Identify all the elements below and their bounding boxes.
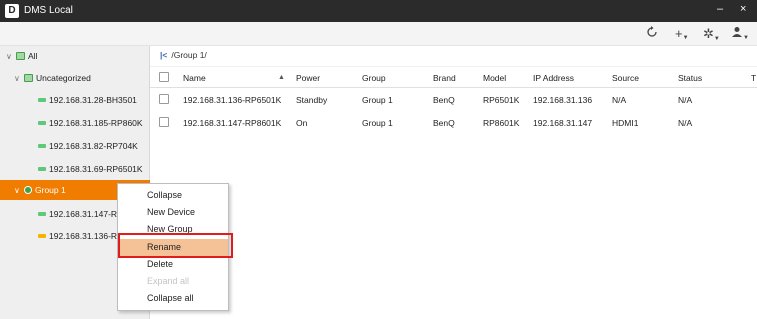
tree-node-label: Uncategorized [36,73,91,83]
column-header-power[interactable]: Power [296,67,320,89]
breadcrumb: |< /Group 1/ [160,50,207,60]
cell-group: Group 1 [362,95,393,105]
table-header: Name ▲ Power Group Brand Model IP Addres… [150,66,757,88]
cell-model: RP6501K [483,95,520,105]
cell-ip-address: 192.168.31.147 [533,118,593,128]
gear-icon: ✲ [703,26,714,41]
column-header-name[interactable]: Name [183,67,206,89]
cell-name: 192.168.31.147-RP8601K [183,118,282,128]
group-icon [24,74,33,82]
display-device-icon [38,121,46,125]
cell-power: On [296,118,308,128]
window-title: DMS Local [24,5,73,16]
breadcrumb-path: /Group 1/ [171,50,207,60]
table-row[interactable]: 192.168.31.136-RP6501K Standby Group 1 B… [150,89,757,111]
chevron-down-icon: ▼ [682,35,689,41]
menu-item-delete[interactable]: Delete [118,256,228,273]
toolbar: +▼ ✲▼ ▼ [0,22,757,46]
tree-node-label: All [28,51,38,61]
cell-model: RP8601K [483,118,520,128]
rename-highlight-annotation [118,233,233,258]
minimize-button[interactable]: – [717,3,723,15]
tree-node-label: 192.168.31.69-RP6501K [49,164,143,174]
app-logo-icon: D [5,4,19,18]
menu-item-collapse[interactable]: Collapse [118,187,228,204]
chevron-down-icon[interactable]: ∨ [14,181,24,201]
cell-ip-address: 192.168.31.136 [533,95,593,105]
add-icon: + [675,26,683,41]
cell-status: N/A [678,95,693,105]
tree-node-label: Group 1 [35,185,66,195]
cell-status: N/A [678,118,693,128]
column-header-group[interactable]: Group [362,67,386,89]
settings-button[interactable]: ✲▼ [703,26,720,42]
tree-node-uncategorized[interactable]: ∨ Uncategorized [0,68,150,88]
tree-node-all[interactable]: ∨ All [0,46,150,66]
select-all-checkbox[interactable] [159,72,169,82]
user-button[interactable]: ▼ [731,26,749,41]
cell-power: Standby [296,95,328,105]
group-icon [16,52,25,60]
menu-item-collapse-all[interactable]: Collapse all [118,290,228,307]
cell-name: 192.168.31.136-RP6501K [183,95,282,105]
title-bar: D DMS Local – × [0,0,757,22]
chevron-down-icon: ▼ [743,35,749,41]
device-list-panel: |< /Group 1/ Name ▲ Power Group Brand Mod… [150,46,757,319]
tree-node-label: 192.168.31.185-RP860K [49,118,143,128]
menu-item-new-device[interactable]: New Device [118,204,228,221]
chevron-down-icon[interactable]: ∨ [14,69,24,89]
sort-ascending-icon[interactable]: ▲ [278,67,285,89]
cell-brand: BenQ [433,118,455,128]
menu-item-expand-all: Expand all [147,276,190,286]
cell-source: N/A [612,95,627,105]
close-button[interactable]: × [740,3,746,15]
display-device-icon [38,144,46,148]
group-gear-icon [24,186,32,194]
cell-brand: BenQ [433,95,455,105]
display-device-icon [38,212,46,216]
display-device-icon [38,98,46,102]
row-checkbox[interactable] [159,117,169,127]
display-device-standby-icon [38,234,46,238]
chevron-down-icon: ▼ [713,36,720,42]
tree-node-label: 192.168.31.82-RP704K [49,141,138,151]
column-header-status[interactable]: Status [678,67,702,89]
user-icon [732,27,742,37]
tree-device-item[interactable]: 192.168.31.185-RP860K [0,113,150,133]
tree-node-label: 192.168.31.147-RP8 [49,209,128,219]
chevron-down-icon[interactable]: ∨ [6,47,16,67]
refresh-icon[interactable] [646,26,658,41]
column-header-truncated[interactable]: T [751,67,756,89]
column-header-ip-address[interactable]: IP Address [533,67,574,89]
tree-node-label: 192.168.31.136-RP6 [49,231,128,241]
column-header-model[interactable]: Model [483,67,506,89]
display-device-icon [38,167,46,171]
table-row[interactable]: 192.168.31.147-RP8601K On Group 1 BenQ R… [150,112,757,134]
add-button[interactable]: +▼ [675,26,689,41]
tree-device-item[interactable]: 192.168.31.28-BH3501 [0,90,150,110]
tree-device-item[interactable]: 192.168.31.69-RP6501K [0,159,150,179]
tree-node-label: 192.168.31.28-BH3501 [49,95,137,105]
cell-group: Group 1 [362,118,393,128]
back-to-root-icon[interactable]: |< [160,50,167,60]
column-header-source[interactable]: Source [612,67,639,89]
column-header-brand[interactable]: Brand [433,67,456,89]
row-checkbox[interactable] [159,94,169,104]
tree-device-item[interactable]: 192.168.31.82-RP704K [0,136,150,156]
cell-source: HDMI1 [612,118,639,128]
